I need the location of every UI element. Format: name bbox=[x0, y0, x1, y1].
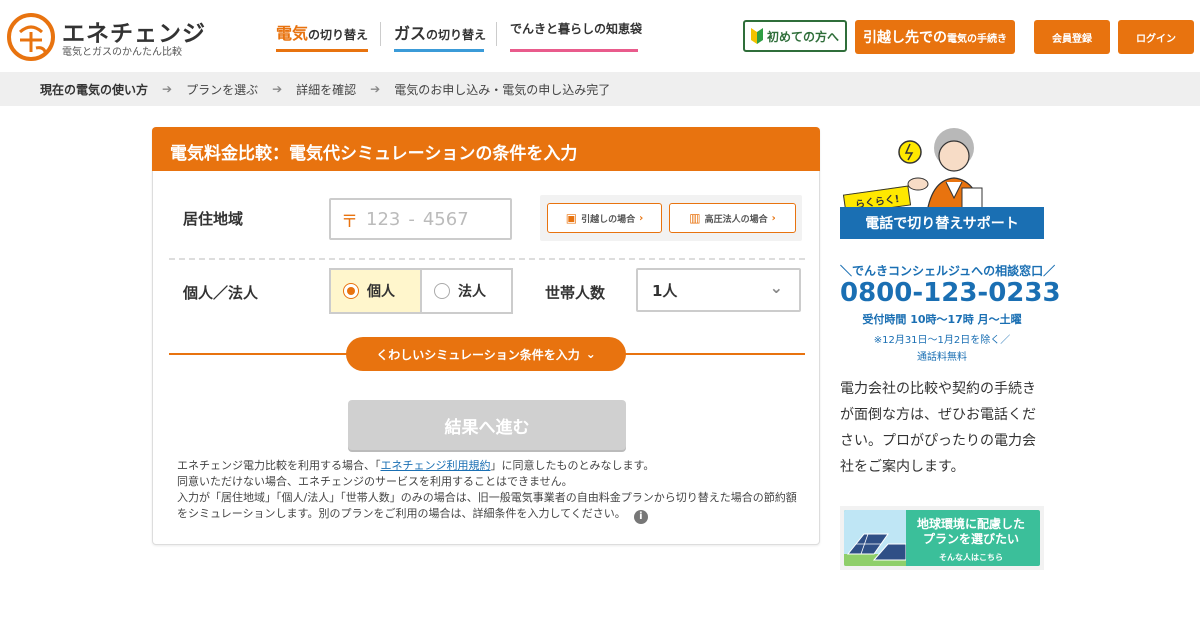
nav-tips-underline bbox=[510, 49, 638, 52]
moving-procedure-button[interactable]: 引越し先での 電気の手続き bbox=[855, 20, 1015, 54]
first-time-button[interactable]: 初めての方へ bbox=[743, 20, 847, 52]
eco-plan-subtitle: そんな人はこちら bbox=[939, 553, 1003, 562]
moving-case-button[interactable]: ▣ 引越しの場合 › bbox=[547, 203, 662, 233]
register-button[interactable]: 会員登録 bbox=[1034, 20, 1110, 54]
chevron-right-icon: › bbox=[771, 212, 776, 224]
support-fee-note: 通話料無料 bbox=[917, 352, 967, 363]
building-icon: ▥ bbox=[689, 211, 701, 225]
nav-gas-underline bbox=[394, 49, 484, 52]
login-button[interactable]: ログイン bbox=[1118, 20, 1194, 54]
nav-electric[interactable]: 電気の切り替え bbox=[276, 18, 368, 52]
region-label: 居住地域 bbox=[183, 210, 244, 228]
chevron-right-icon: ➔ bbox=[272, 82, 283, 96]
radio-individual-label: 個人 bbox=[367, 284, 395, 300]
beginner-mark-icon bbox=[750, 28, 763, 44]
support-hours: 受付時間 10時〜17時 月〜土曜 bbox=[862, 313, 1022, 326]
notes-line1-post: 」に同意したものとみなします。 bbox=[490, 459, 655, 472]
chevron-right-icon: ➔ bbox=[370, 82, 381, 96]
high-voltage-case-label: 高圧法人の場合 bbox=[704, 214, 768, 225]
zip-first-placeholder: 123 bbox=[366, 208, 401, 230]
zip-last-placeholder: 4567 bbox=[422, 208, 469, 230]
breadcrumb-step-current: 現在の電気の使い方 bbox=[40, 82, 149, 97]
chevron-down-icon: ⌄ bbox=[585, 347, 596, 361]
breadcrumb-step: 電気のお申し込み・電気の申し込み完了 bbox=[394, 82, 611, 97]
nav-tips-label: でんきと暮らしの知恵袋 bbox=[510, 22, 643, 36]
support-description: 電力会社の比較や契約の手続きが面倒な方は、ぜひお電話ください。プロがぴったりの電… bbox=[840, 381, 1036, 475]
notes-line3: 入力が「居住地域」「個人/法人」「世帯人数」のみの場合は、旧一般電気事業者の自由… bbox=[177, 491, 797, 520]
eco-plan-banner-inner: 地球環境に配慮した プランを選びたい そんな人はこちら bbox=[844, 510, 1040, 566]
nav-electric-big: 電気 bbox=[276, 24, 309, 43]
nav-gas-small: の切り替え bbox=[426, 28, 487, 42]
box-icon: ▣ bbox=[565, 211, 578, 225]
customer-type-radio-group: 個人 法人 bbox=[329, 268, 513, 314]
chevron-right-icon: › bbox=[639, 212, 644, 224]
nav-divider bbox=[496, 22, 497, 46]
notes-line2: 同意いただけない場合、エネチェンジのサービスを利用することはできません。 bbox=[177, 475, 573, 488]
chevron-down-icon: ⌄ bbox=[769, 278, 783, 297]
phone-support-banner[interactable]: 電話で切り替えサポート bbox=[840, 207, 1044, 239]
submit-results-button[interactable]: 結果へ進む bbox=[348, 400, 626, 450]
nav-divider bbox=[380, 22, 381, 46]
site-header: エネチェンジ 電気とガスのかんたん比較 電気の切り替え ガスの切り替え でんきと… bbox=[0, 0, 1200, 72]
breadcrumb-step: プランを選ぶ bbox=[186, 82, 259, 97]
eco-plan-banner[interactable]: 地球環境に配慮した プランを選びたい そんな人はこちら bbox=[840, 506, 1044, 570]
first-time-label: 初めての方へ bbox=[766, 29, 839, 44]
nav-electric-underline bbox=[276, 49, 368, 52]
eco-plan-title: 地球環境に配慮した プランを選びたい bbox=[906, 517, 1036, 547]
high-voltage-case-button[interactable]: ▥ 高圧法人の場合 › bbox=[669, 203, 796, 233]
zip-dash: - bbox=[408, 208, 415, 230]
radio-individual[interactable]: 個人 bbox=[329, 268, 422, 314]
support-holiday-note: ※12月31日〜1月2日を除く／ bbox=[873, 335, 1011, 346]
progress-breadcrumb: 現在の電気の使い方 ➔ プランを選ぶ ➔ 詳細を確認 ➔ 電気のお申し込み・電気… bbox=[0, 72, 1200, 106]
postal-mark-icon: 〒 bbox=[341, 211, 358, 232]
customer-type-label: 個人／法人 bbox=[183, 284, 259, 302]
terms-notes: エネチェンジ電力比較を利用する場合、「エネチェンジ利用規約」に同意したものとみな… bbox=[177, 458, 807, 524]
concierge-heading: ＼でんきコンシェルジュへの相談窓口／ bbox=[840, 264, 1056, 278]
chevron-right-icon: ➔ bbox=[162, 82, 173, 96]
radio-corporate[interactable]: 法人 bbox=[422, 268, 513, 314]
solar-panel-icon bbox=[844, 510, 906, 566]
radio-unchecked-icon bbox=[434, 283, 450, 299]
nav-electric-small: の切り替え bbox=[308, 28, 369, 42]
support-phone-number[interactable]: 0800-123-0233 bbox=[840, 278, 1061, 308]
radio-checked-icon bbox=[343, 283, 359, 299]
notes-line1-pre: エネチェンジ電力比較を利用する場合、「 bbox=[177, 459, 381, 472]
moving-procedure-label-big: 引越し先での bbox=[863, 30, 947, 46]
info-icon[interactable]: i bbox=[633, 510, 648, 524]
moving-case-label: 引越しの場合 bbox=[581, 214, 636, 225]
logo-mark-icon bbox=[7, 13, 55, 61]
section-divider bbox=[169, 258, 805, 260]
brand-tagline: 電気とガスのかんたん比較 bbox=[62, 47, 182, 58]
moving-procedure-label-small: 電気の手続き bbox=[947, 33, 1007, 45]
nav-gas[interactable]: ガスの切り替え bbox=[394, 18, 487, 52]
zip-code-input[interactable]: 〒 123 - 4567 bbox=[329, 198, 512, 240]
household-size-value: 1人 bbox=[652, 282, 678, 300]
special-cases-panel: ▣ 引越しの場合 › ▥ 高圧法人の場合 › bbox=[540, 195, 802, 241]
household-size-select[interactable]: 1人 ⌄ bbox=[636, 268, 801, 312]
terms-link[interactable]: エネチェンジ利用規約 bbox=[381, 459, 491, 472]
nav-gas-big: ガス bbox=[394, 24, 427, 43]
brand-logo[interactable]: エネチェンジ 電気とガスのかんたん比較 bbox=[6, 10, 205, 62]
breadcrumb-step: 詳細を確認 bbox=[296, 82, 357, 97]
eco-plan-title-line: プランを選びたい bbox=[922, 532, 1019, 546]
nav-tips[interactable]: でんきと暮らしの知恵袋 bbox=[510, 18, 642, 52]
eco-plan-title-line: 地球環境に配慮した bbox=[916, 517, 1025, 531]
detailed-conditions-button[interactable]: くわしいシミュレーション条件を入力 ⌄ bbox=[346, 337, 626, 371]
form-title: 電気料金比較：電気代シミュレーションの条件を入力 bbox=[152, 127, 820, 171]
household-size-label: 世帯人数 bbox=[545, 284, 606, 302]
detailed-conditions-label: くわしいシミュレーション条件を入力 bbox=[376, 347, 580, 362]
simulation-form-card: 電気料金比較：電気代シミュレーションの条件を入力 居住地域 〒 123 - 45… bbox=[152, 127, 820, 545]
radio-corporate-label: 法人 bbox=[458, 284, 486, 300]
